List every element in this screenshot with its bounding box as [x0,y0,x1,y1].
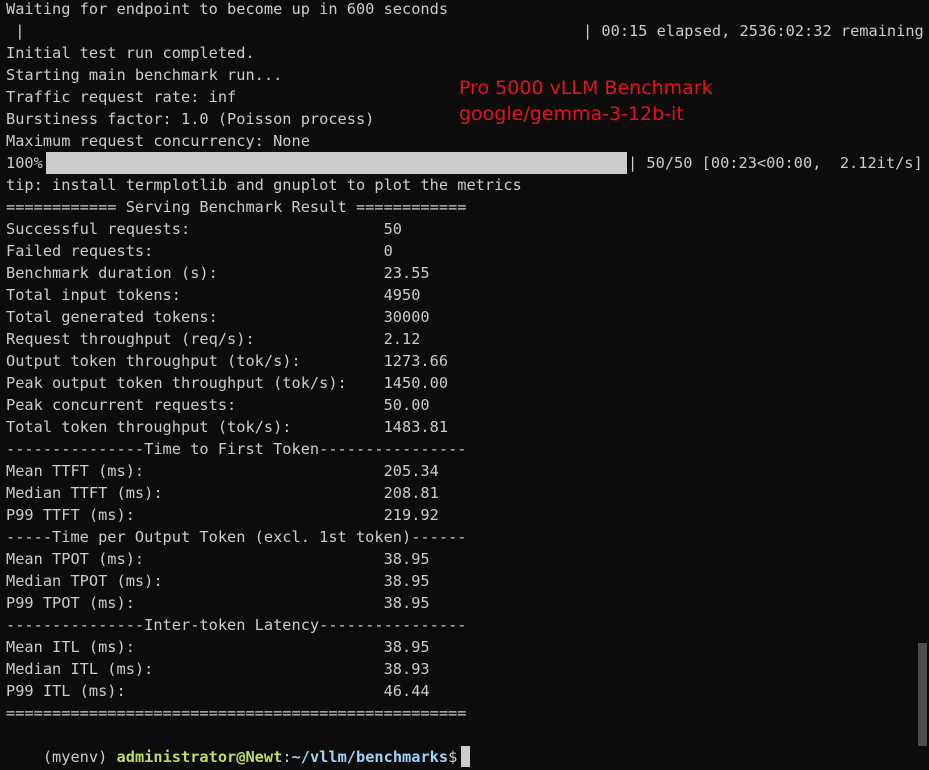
terminal-window[interactable]: Waiting for endpoint to become up in 600… [0,0,929,770]
terminal-line: Benchmark duration (s): 23.55 [6,264,430,282]
terminal-line: P99 TPOT (ms): 38.95 [6,594,430,612]
terminal-line: Output token throughput (tok/s): 1273.66 [6,352,449,370]
progress-stats: | 50/50 [00:23<00:00, 2.12it/s] [628,154,923,172]
terminal-line: Waiting for endpoint to become up in 600… [6,0,449,18]
prompt-user-host: administrator@Newt [116,748,283,766]
terminal-line: ========================================… [6,704,467,722]
terminal-line: ---------------Inter-token Latency------… [6,616,467,634]
elapsed-status: | 00:15 elapsed, 2536:02:32 remaining [583,22,924,40]
terminal-line: Starting main benchmark run... [6,66,283,84]
terminal-line: Request throughput (req/s): 2.12 [6,330,421,348]
overlay-model: google/gemma-3-12b-it [459,103,684,125]
terminal-line: Median ITL (ms): 38.93 [6,660,430,678]
terminal-line: Median TPOT (ms): 38.95 [6,572,430,590]
terminal-line: Failed requests: 0 [6,242,393,260]
terminal-line: Peak concurrent requests: 50.00 [6,396,430,414]
terminal-line: Maximum request concurrency: None [6,132,310,150]
prompt-separator: : [282,748,292,766]
terminal-line: Mean TPOT (ms): 38.95 [6,550,430,568]
overlay-title: Pro 5000 vLLM Benchmark [459,77,713,99]
prompt-env: (myenv) [42,748,117,766]
terminal-line: Total input tokens: 4950 [6,286,421,304]
terminal-line: Median TTFT (ms): 208.81 [6,484,439,502]
terminal-line: Total token throughput (tok/s): 1483.81 [6,418,449,436]
terminal-line: P99 ITL (ms): 46.44 [6,682,430,700]
terminal-line: Initial test run completed. [6,44,255,62]
shell-prompt[interactable]: (myenv) administrator@Newt:~/vllm/benchm… [6,724,471,767]
terminal-line: ============ Serving Benchmark Result ==… [6,198,467,216]
terminal-line: Mean ITL (ms): 38.95 [6,638,430,656]
terminal-line: Burstiness factor: 1.0 (Poisson process) [6,110,375,128]
terminal-line: -----Time per Output Token (excl. 1st to… [6,528,467,546]
terminal-line: | [6,22,25,40]
terminal-line: tip: install termplotlib and gnuplot to … [6,176,522,194]
terminal-line: P99 TTFT (ms): 219.92 [6,506,439,524]
scrollbar[interactable] [916,0,928,770]
progress-bar [46,152,627,174]
terminal-line: Peak output token throughput (tok/s): 14… [6,374,449,392]
scrollbar-thumb[interactable] [918,643,927,746]
prompt-symbol: $ [448,748,458,766]
terminal-line: ---------------Time to First Token------… [6,440,467,458]
terminal-line: Mean TTFT (ms): 205.34 [6,462,439,480]
terminal-line: Successful requests: 50 [6,220,403,238]
terminal-line: Total generated tokens: 30000 [6,308,430,326]
text-cursor [461,746,471,767]
prompt-path: ~/vllm/benchmarks [291,748,449,766]
terminal-line: Traffic request rate: inf [6,88,237,106]
